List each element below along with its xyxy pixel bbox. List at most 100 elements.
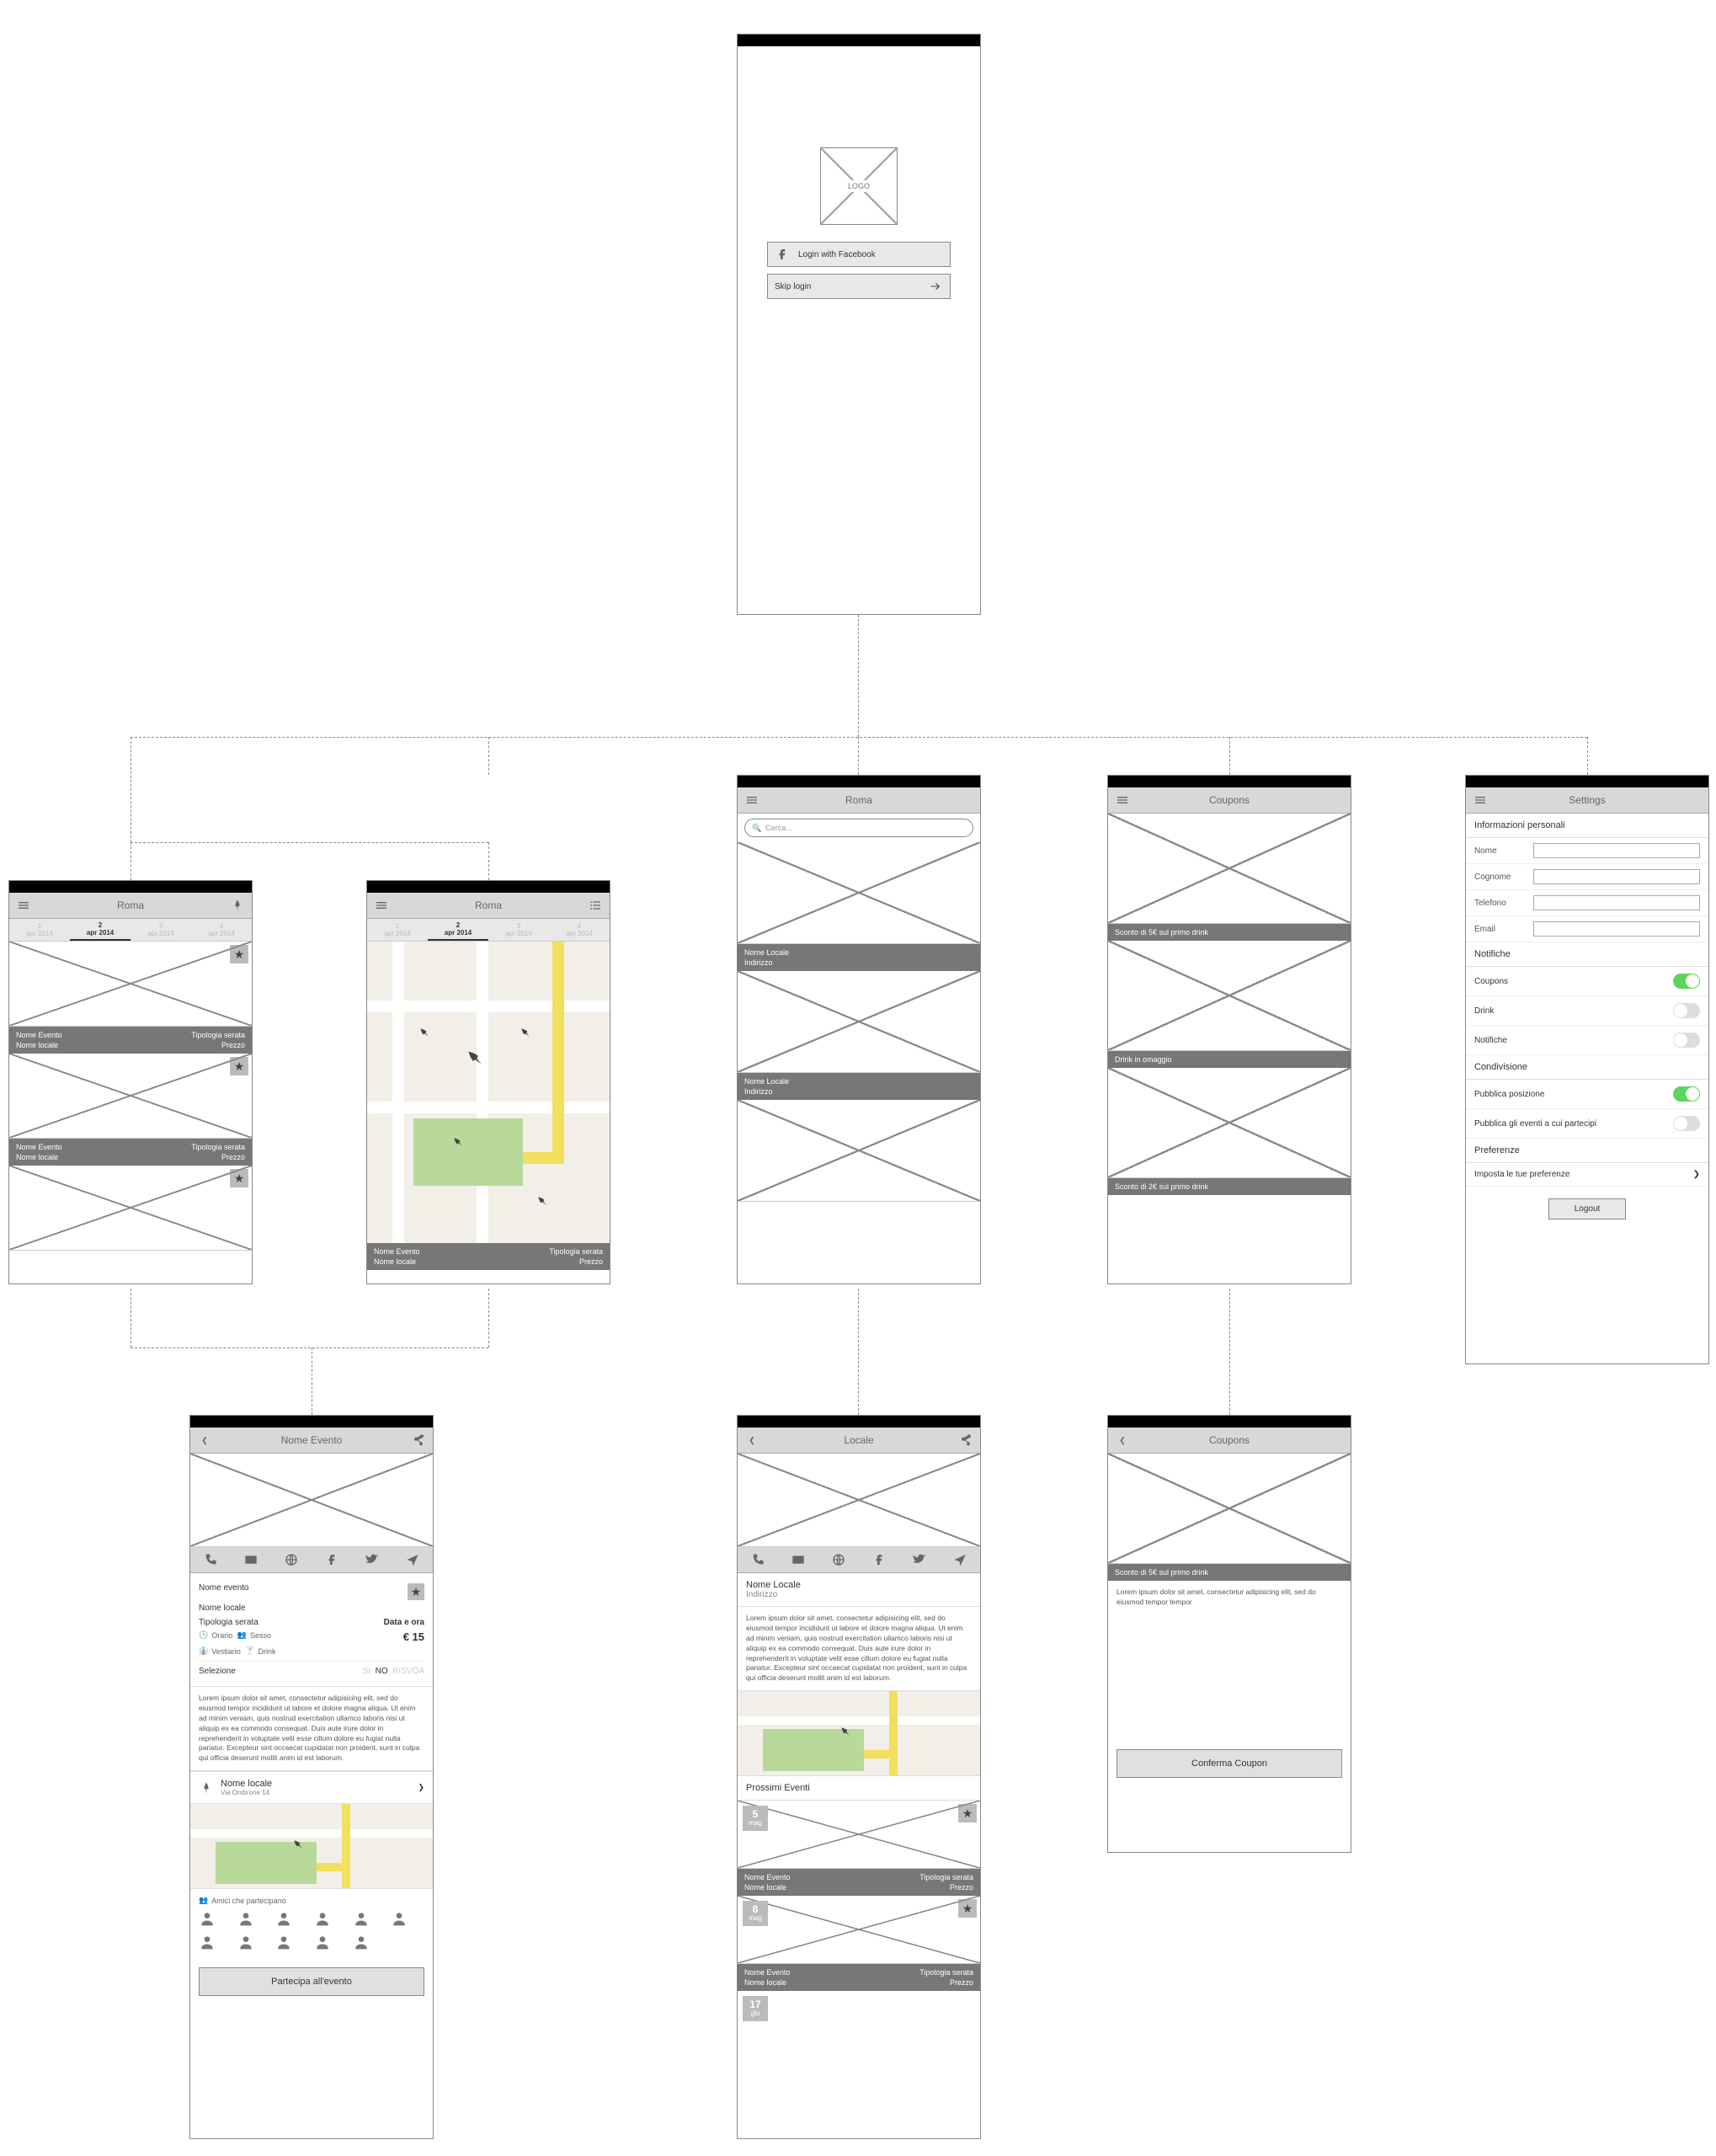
map-pin[interactable]: [415, 1023, 434, 1043]
date-cell-active[interactable]: 2apr 2014: [428, 919, 488, 941]
menu-icon[interactable]: [1115, 792, 1130, 808]
date-cell-active[interactable]: 2apr 2014: [70, 919, 131, 941]
upcoming-event-card[interactable]: ★ 8mag Nome EventoNome localeTipologia s…: [738, 1896, 980, 1991]
friend-avatar[interactable]: [237, 1910, 271, 1929]
list-icon[interactable]: [588, 898, 603, 913]
preferences-link[interactable]: Imposta le tue preferenze❯: [1466, 1163, 1708, 1187]
facebook-icon[interactable]: [324, 1552, 339, 1567]
coupon-card[interactable]: Sconto di 5€ sul primo drink: [1108, 814, 1351, 941]
back-icon[interactable]: ❮: [744, 1433, 759, 1448]
date-cell[interactable]: 4apr 2014: [549, 919, 610, 941]
menu-icon[interactable]: [374, 898, 389, 913]
event-card[interactable]: ★ Nome EventoNome locale Tipologia serat…: [9, 1054, 252, 1166]
friend-avatar[interactable]: [199, 1910, 232, 1929]
toggle-notifiche-switch[interactable]: [1673, 1033, 1700, 1048]
favorite-button[interactable]: ★: [230, 1169, 248, 1187]
back-icon[interactable]: ❮: [1115, 1433, 1130, 1448]
phone-icon[interactable]: [750, 1552, 765, 1567]
menu-icon[interactable]: [1473, 792, 1488, 808]
pin-icon[interactable]: [230, 898, 245, 913]
friend-avatar[interactable]: [353, 1910, 386, 1929]
toggle-position-switch[interactable]: [1673, 1086, 1700, 1102]
statusbar: [738, 776, 980, 787]
date-cell[interactable]: 1apr 2014: [9, 919, 70, 941]
logout-button[interactable]: Logout: [1548, 1198, 1626, 1219]
toggle-drink-switch[interactable]: [1673, 1003, 1700, 1018]
friend-avatar[interactable]: [314, 1934, 348, 1952]
topbar: Coupons: [1108, 787, 1351, 814]
twitter-icon[interactable]: [912, 1552, 927, 1567]
favorite-button[interactable]: ★: [230, 945, 248, 963]
skip-login-button[interactable]: Skip login: [767, 274, 951, 299]
event-image: ★: [9, 1166, 252, 1251]
event-card[interactable]: ★ Nome EventoNome locale Tipologia serat…: [9, 942, 252, 1054]
map-pin[interactable]: [533, 1192, 552, 1211]
share-icon[interactable]: [411, 1433, 426, 1448]
friend-avatar[interactable]: [275, 1910, 309, 1929]
date-cell[interactable]: 4apr 2014: [191, 919, 252, 941]
nome-input[interactable]: [1533, 843, 1700, 858]
toggle-events-switch[interactable]: [1673, 1116, 1700, 1131]
friend-avatar[interactable]: [314, 1910, 348, 1929]
search-icon: 🔍: [752, 824, 761, 833]
menu-icon[interactable]: [744, 792, 759, 808]
page-title: Coupons: [1135, 794, 1324, 806]
map-pin[interactable]: [516, 1023, 536, 1043]
toggle-coupons-switch[interactable]: [1673, 974, 1700, 989]
date-cell[interactable]: 3apr 2014: [488, 919, 549, 941]
event-image: ★: [9, 942, 252, 1027]
map[interactable]: Nome EventoNome locale Tipologia serataP…: [367, 942, 610, 1270]
friend-avatar[interactable]: [237, 1934, 271, 1952]
event-card[interactable]: ★: [9, 1166, 252, 1251]
friend-avatar[interactable]: [391, 1910, 424, 1929]
search-input[interactable]: 🔍 Cerca...: [744, 819, 973, 837]
cognome-input[interactable]: [1533, 869, 1700, 884]
date-strip[interactable]: 1apr 2014 2apr 2014 3apr 2014 4apr 2014: [9, 919, 252, 942]
mail-icon[interactable]: [243, 1552, 258, 1567]
venue-card[interactable]: [738, 1100, 980, 1202]
phone-icon[interactable]: [203, 1552, 218, 1567]
mail-icon[interactable]: [791, 1552, 806, 1567]
friend-avatar[interactable]: [275, 1934, 309, 1952]
date-cell[interactable]: 3apr 2014: [131, 919, 191, 941]
coupon-card[interactable]: Drink in omaggio: [1108, 941, 1351, 1068]
coupon-card[interactable]: Sconto di 2€ sul primo drink: [1108, 1068, 1351, 1195]
confirm-coupon-button[interactable]: Conferma Coupon: [1116, 1749, 1342, 1778]
globe-icon[interactable]: [831, 1552, 846, 1567]
venue-card[interactable]: Nome LocaleIndirizzo: [738, 971, 980, 1100]
arrow-right-icon: [928, 279, 943, 294]
friend-avatar[interactable]: [199, 1934, 232, 1952]
fb-login-button[interactable]: Login with Facebook: [767, 242, 951, 267]
menu-icon[interactable]: [16, 898, 31, 913]
email-input[interactable]: [1533, 921, 1700, 937]
favorite-button[interactable]: ★: [408, 1583, 424, 1600]
page-title: Roma: [765, 794, 953, 806]
map-event-preview[interactable]: Nome EventoNome locale Tipologia serataP…: [367, 1243, 610, 1270]
venue-card[interactable]: Nome LocaleIndirizzo: [738, 842, 980, 971]
date-cell[interactable]: 1apr 2014: [367, 919, 428, 941]
twitter-icon[interactable]: [365, 1552, 380, 1567]
statusbar: [1108, 776, 1351, 787]
chevron-right-icon: ❯: [418, 1783, 424, 1792]
favorite-button[interactable]: ★: [958, 1804, 977, 1822]
participate-button[interactable]: Partecipa all'evento: [199, 1967, 424, 1996]
friend-avatar[interactable]: [353, 1934, 386, 1952]
screen-coupon-detail: ❮ Coupons Sconto di 5€ sul primo drink L…: [1107, 1415, 1351, 1853]
navigate-icon[interactable]: [405, 1552, 420, 1567]
facebook-icon[interactable]: [871, 1552, 887, 1567]
statusbar: [367, 881, 610, 893]
globe-icon[interactable]: [284, 1552, 299, 1567]
telefono-input[interactable]: [1533, 895, 1700, 910]
mini-map[interactable]: [738, 1691, 980, 1776]
venue-link[interactable]: Nome localeVia Ombrone 14 ❯: [190, 1771, 433, 1804]
upcoming-event-card[interactable]: ★ 5mag Nome EventoNome localeTipologia s…: [738, 1801, 980, 1896]
favorite-button[interactable]: ★: [958, 1899, 977, 1918]
favorite-button[interactable]: ★: [230, 1057, 248, 1075]
statusbar: [738, 1416, 980, 1428]
date-strip[interactable]: 1apr 2014 2apr 2014 3apr 2014 4apr 2014: [367, 919, 610, 942]
mini-map[interactable]: [190, 1804, 433, 1889]
back-icon[interactable]: ❮: [197, 1433, 212, 1448]
share-icon[interactable]: [958, 1433, 973, 1448]
search-placeholder: Cerca...: [765, 824, 792, 832]
navigate-icon[interactable]: [952, 1552, 967, 1567]
